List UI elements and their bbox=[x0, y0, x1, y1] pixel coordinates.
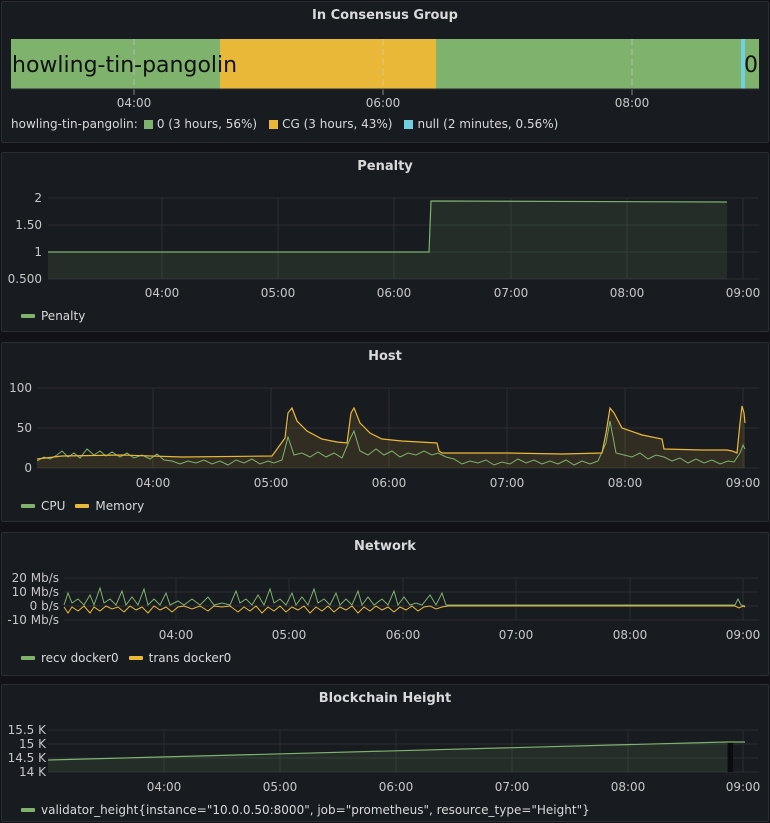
legend-label: recv docker0 bbox=[41, 651, 119, 665]
y-tick: 20 Mb/s bbox=[12, 571, 59, 585]
legend-item-penalty[interactable]: Penalty bbox=[21, 309, 85, 323]
segment-label-right: 0 bbox=[744, 53, 758, 78]
x-tick: 09:00 bbox=[726, 628, 761, 642]
panel-blockchain-height: Blockchain Height 15.5 K 15 K 14.5 K 14 … bbox=[1, 684, 769, 822]
y-tick: 14 K bbox=[19, 765, 47, 779]
legend-label: Memory bbox=[95, 499, 145, 513]
x-tick: 06:00 bbox=[372, 476, 407, 490]
state-segment-0[interactable] bbox=[436, 39, 741, 89]
x-tick: 06:00 bbox=[386, 628, 421, 642]
legend-prefix: howling-tin-pangolin: bbox=[11, 117, 138, 131]
legend: Penalty bbox=[21, 309, 95, 323]
trans-series-line bbox=[63, 605, 746, 614]
legend-swatch bbox=[21, 314, 35, 318]
x-tick: 07:00 bbox=[499, 628, 534, 642]
legend-swatch bbox=[143, 119, 153, 129]
state-segment-cg[interactable] bbox=[220, 39, 436, 89]
x-tick: 07:00 bbox=[494, 286, 529, 300]
x-tick: 08:00 bbox=[613, 628, 648, 642]
x-tick: 05:00 bbox=[272, 628, 307, 642]
y-tick: 50 bbox=[17, 421, 32, 435]
y-tick: 10 Mb/s bbox=[12, 585, 59, 599]
legend-item-0[interactable]: 0 (3 hours, 56%) bbox=[157, 117, 257, 131]
legend-swatch bbox=[404, 119, 414, 129]
x-tick: 07:00 bbox=[495, 780, 530, 794]
legend-label: Penalty bbox=[41, 309, 86, 323]
panel-penalty: Penalty 2 1.50 1 0.500 04:00 05:00 06:00… bbox=[1, 152, 769, 332]
x-tick: 07:00 bbox=[490, 476, 525, 490]
panel-in-consensus-group: In Consensus Group 04:00 06:00 08:00 how… bbox=[1, 1, 769, 143]
legend-swatch bbox=[75, 504, 90, 508]
x-tick: 05:00 bbox=[254, 476, 289, 490]
legend-label: trans docker0 bbox=[148, 651, 232, 665]
y-tick: 0.500 bbox=[8, 272, 42, 286]
legend-label: validator_height{instance="10.0.0.50:800… bbox=[41, 803, 590, 817]
y-tick: 1.50 bbox=[15, 218, 42, 232]
legend-label: CPU bbox=[41, 499, 66, 513]
x-tick: 08:00 bbox=[615, 96, 650, 110]
legend-item-cg[interactable]: CG (3 hours, 43%) bbox=[282, 117, 392, 131]
legend-item-null[interactable]: null (2 minutes, 0.56%) bbox=[417, 117, 558, 131]
legend-item-trans-docker0[interactable]: trans docker0 bbox=[128, 651, 232, 665]
y-tick: 1 bbox=[34, 245, 42, 259]
x-tick: 06:00 bbox=[366, 96, 401, 110]
legend-swatch bbox=[128, 656, 143, 660]
legend-item-cpu[interactable]: CPU bbox=[21, 499, 65, 513]
y-tick: 14.5 K bbox=[8, 751, 48, 765]
legend: howling-tin-pangolin: 0 (3 hours, 56%) C… bbox=[11, 117, 558, 131]
x-tick: 04:00 bbox=[147, 780, 182, 794]
x-tick: 04:00 bbox=[145, 286, 180, 300]
y-tick: 0 b/s bbox=[30, 599, 59, 613]
y-tick: 15 K bbox=[19, 737, 47, 751]
host-graph[interactable]: 100 50 0 04:00 05:00 06:00 07:00 08:00 0… bbox=[2, 343, 770, 523]
x-tick: 06:00 bbox=[379, 780, 414, 794]
legend-item-recv-docker0[interactable]: recv docker0 bbox=[21, 651, 119, 665]
x-tick: 05:00 bbox=[261, 286, 296, 300]
x-tick: 06:00 bbox=[377, 286, 412, 300]
legend: validator_height{instance="10.0.0.50:800… bbox=[21, 803, 600, 817]
y-tick: 100 bbox=[9, 381, 32, 395]
recv-series-line bbox=[63, 586, 746, 607]
penalty-graph[interactable]: 2 1.50 1 0.500 04:00 05:00 06:00 07:00 0… bbox=[2, 153, 770, 333]
x-tick: 04:00 bbox=[136, 476, 171, 490]
segment-label-left: howling-tin-pangolin bbox=[12, 53, 237, 78]
x-tick: 04:00 bbox=[117, 96, 152, 110]
y-tick: 15.5 K bbox=[8, 723, 48, 737]
legend-swatch bbox=[21, 656, 35, 660]
legend: recv docker0 trans docker0 bbox=[21, 651, 241, 665]
x-tick: 08:00 bbox=[608, 476, 643, 490]
x-tick: 05:00 bbox=[263, 780, 298, 794]
legend-item-memory[interactable]: Memory bbox=[75, 499, 144, 513]
y-tick: 0 bbox=[24, 461, 32, 475]
panel-network: Network 20 Mb/s 10 Mb/s 0 b/s -10 Mb/s 0… bbox=[1, 532, 769, 676]
y-tick: 2 bbox=[34, 191, 42, 205]
legend: CPU Memory bbox=[21, 499, 154, 513]
x-tick: 04:00 bbox=[159, 628, 194, 642]
x-tick: 09:00 bbox=[726, 476, 761, 490]
legend-swatch bbox=[269, 119, 279, 129]
legend-swatch bbox=[21, 504, 35, 508]
x-tick: 08:00 bbox=[611, 780, 646, 794]
x-tick: 08:00 bbox=[610, 286, 645, 300]
legend-swatch bbox=[21, 808, 35, 812]
x-tick: 09:00 bbox=[726, 286, 761, 300]
x-tick: 09:00 bbox=[726, 780, 761, 794]
y-tick: -10 Mb/s bbox=[7, 613, 59, 627]
panel-host: Host 100 50 0 04:00 05:00 06:00 07:00 08… bbox=[1, 342, 769, 522]
legend-item-validator-height[interactable]: validator_height{instance="10.0.0.50:800… bbox=[21, 803, 590, 817]
